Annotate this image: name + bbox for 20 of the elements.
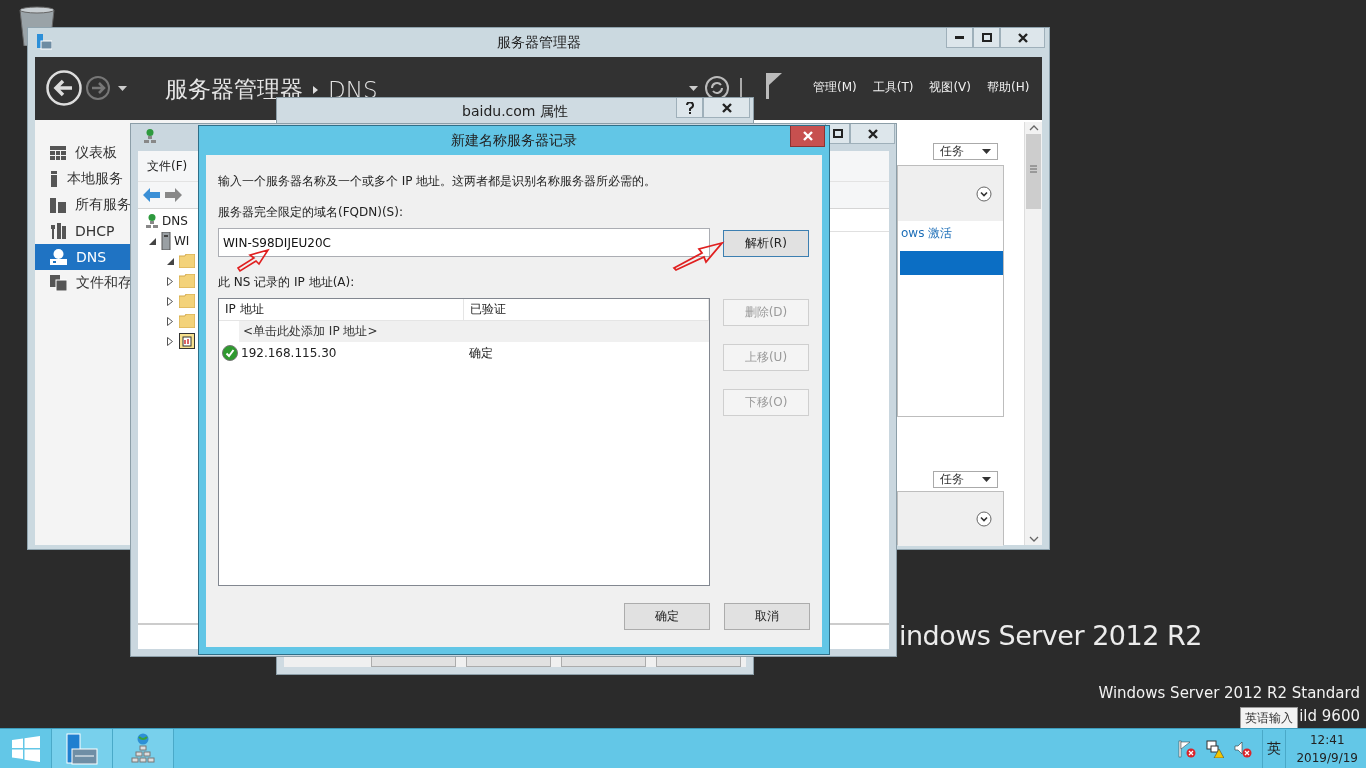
tooltip: 英语输入 <box>1240 707 1298 729</box>
clock-date: 2019/9/19 <box>1296 749 1358 767</box>
field-label: 此 NS 记录的 IP 地址(A): <box>218 275 356 289</box>
brand-text: indows Server 2012 R2 <box>899 620 1202 651</box>
dialog-title: baidu.com 属性 <box>462 102 568 121</box>
dialog-title: 新建名称服务器记录 <box>451 131 577 150</box>
ip-address: 192.168.115.30 <box>241 346 338 360</box>
verified-status: 确定 <box>469 344 493 362</box>
field-label: 服务器完全限定的域名(FQDN)(S): <box>218 205 404 219</box>
nav-label: 文件和存 <box>76 274 132 292</box>
window-title: 服务器管理器 <box>496 33 581 52</box>
build-text: ild 9600 <box>1299 707 1360 725</box>
nav-label: 仪表板 <box>75 144 117 162</box>
instruction-text: 输入一个服务器名称及一个或多个 IP 地址。这两者都是识别名称服务器所必需的。 <box>218 174 658 188</box>
nav-label: 所有服务 <box>75 196 131 214</box>
nav-label: 本地服务 <box>67 170 123 188</box>
edition-text: Windows Server 2012 R2 Standard <box>1098 684 1360 702</box>
nav-label: DNS <box>76 249 107 265</box>
nav-label: DHCP <box>75 223 115 239</box>
clock-time: 12:41 <box>1309 731 1345 749</box>
